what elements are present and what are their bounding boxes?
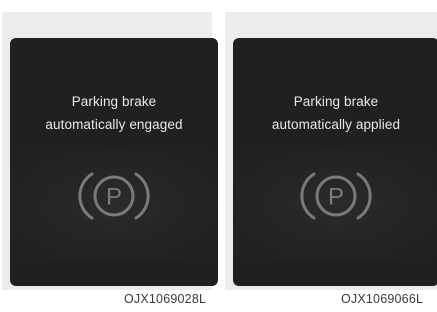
message-line-1: Parking brake <box>71 94 157 109</box>
parking-brake-icon: P <box>300 172 372 220</box>
figure-page: Parking brake automatically engaged P Pa… <box>0 0 437 312</box>
warning-message-left: Parking brake automatically engaged <box>10 90 218 136</box>
parking-brake-icon: P <box>78 172 150 220</box>
figure-caption-right: OJX1069066L <box>341 292 424 306</box>
figure-caption-left: OJX1069028L <box>124 292 207 306</box>
cluster-display-left: Parking brake automatically engaged P <box>10 38 218 286</box>
message-line-2: automatically engaged <box>45 117 183 132</box>
figure-left: Parking brake automatically engaged P <box>2 12 218 290</box>
warning-message-right: Parking brake automatically applied <box>233 90 437 136</box>
figure-right: Parking brake automatically applied P <box>225 12 437 290</box>
message-line-2: automatically applied <box>271 117 401 132</box>
brake-letter: P <box>106 184 122 211</box>
cluster-display-right: Parking brake automatically applied P <box>233 38 437 286</box>
brake-letter: P <box>328 184 344 211</box>
message-line-1: Parking brake <box>293 94 379 109</box>
